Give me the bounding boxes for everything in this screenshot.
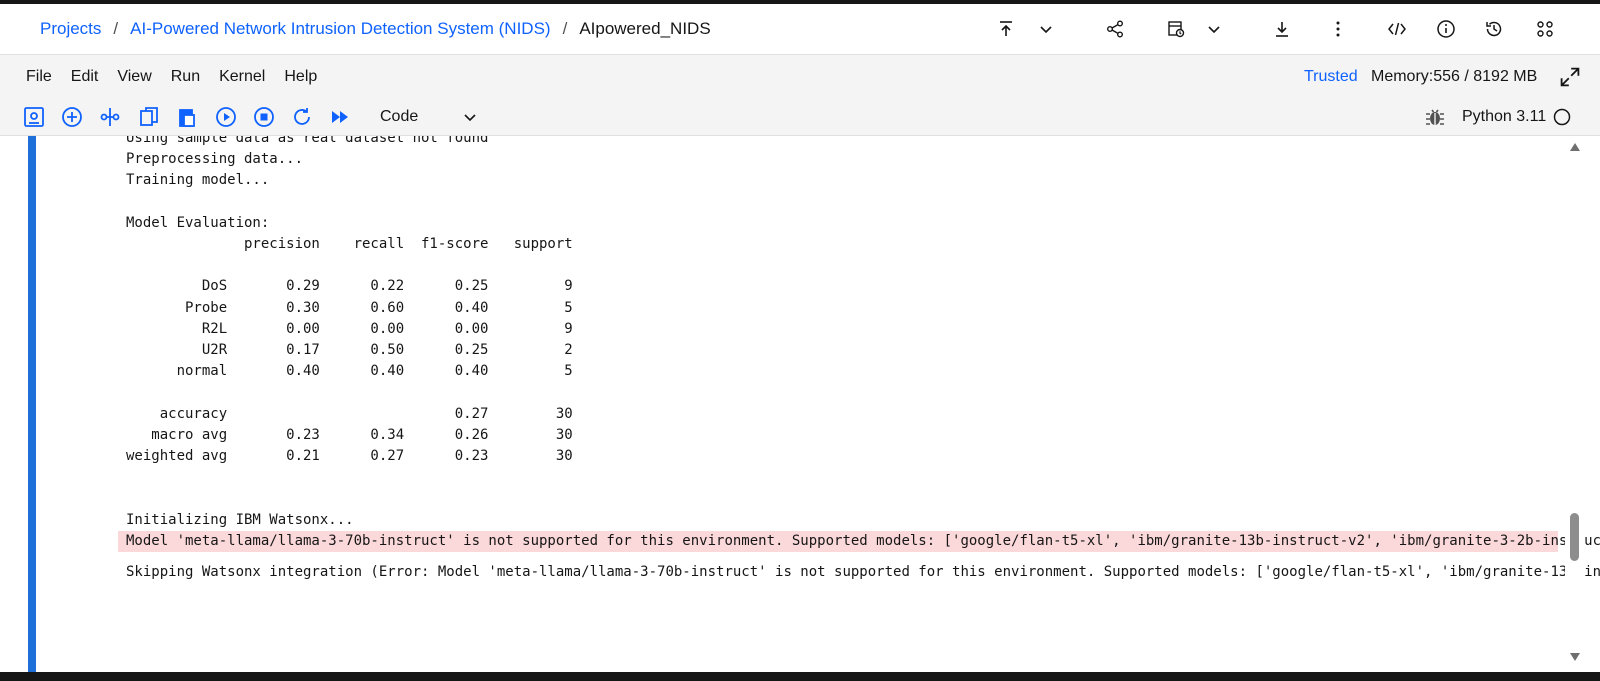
history-icon[interactable] bbox=[1482, 17, 1506, 41]
breadcrumb-projects-link[interactable]: Projects bbox=[40, 19, 101, 39]
chevron-down-icon[interactable] bbox=[460, 107, 480, 127]
cell-output: Using sample data as real dataset not fo… bbox=[118, 136, 1600, 583]
schedule-icon[interactable] bbox=[1164, 17, 1188, 41]
output-spacer bbox=[118, 552, 1558, 562]
chevron-down-icon[interactable] bbox=[1202, 17, 1226, 41]
debugger-icon[interactable] bbox=[1424, 106, 1446, 128]
trusted-indicator[interactable]: Trusted bbox=[1304, 55, 1358, 99]
error-output: Model 'meta-llama/llama-3-70b-instruct' … bbox=[118, 530, 1600, 553]
chevron-down-icon[interactable] bbox=[1034, 17, 1058, 41]
breadcrumb-project-link[interactable]: AI-Powered Network Intrusion Detection S… bbox=[130, 19, 550, 39]
notebook-header: Projects / AI-Powered Network Intrusion … bbox=[0, 4, 1600, 55]
share-icon[interactable] bbox=[1103, 17, 1127, 41]
copy-cell-icon[interactable] bbox=[137, 105, 161, 129]
add-cell-icon[interactable] bbox=[60, 105, 84, 129]
kernel-name[interactable]: Python 3.11 bbox=[1462, 99, 1546, 135]
breadcrumb: Projects / AI-Powered Network Intrusion … bbox=[40, 4, 711, 54]
scroll-up-arrow-icon[interactable] bbox=[1569, 142, 1581, 152]
upload-icon[interactable] bbox=[994, 17, 1018, 41]
scrollbar-track[interactable] bbox=[1565, 136, 1585, 672]
window-bottom-edge bbox=[0, 672, 1600, 681]
scrollbar-thumb[interactable] bbox=[1570, 513, 1579, 561]
menu-file[interactable]: File bbox=[26, 68, 52, 86]
menu-view[interactable]: View bbox=[117, 68, 151, 86]
menu-kernel[interactable]: Kernel bbox=[219, 68, 265, 86]
code-icon[interactable] bbox=[1385, 17, 1409, 41]
download-icon[interactable] bbox=[1270, 17, 1294, 41]
output-log: Using sample data as real dataset not fo… bbox=[126, 136, 573, 528]
notebook-cell-area: Using sample data as real dataset not fo… bbox=[0, 136, 1600, 672]
menu-edit[interactable]: Edit bbox=[71, 68, 99, 86]
active-cell-indicator[interactable] bbox=[28, 136, 36, 672]
breadcrumb-separator: / bbox=[562, 19, 568, 38]
maximize-icon[interactable] bbox=[1558, 65, 1582, 89]
notebook-toolbar: Code Python 3.11 bbox=[0, 99, 1600, 136]
restart-kernel-icon[interactable] bbox=[290, 105, 314, 129]
kernel-idle-icon bbox=[1553, 108, 1571, 126]
menu-bar: File Edit View Run Kernel Help Trusted M… bbox=[0, 55, 1600, 99]
breadcrumb-notebook-name: AIpowered_NIDS bbox=[579, 19, 711, 38]
breadcrumb-separator: / bbox=[113, 19, 119, 38]
memory-usage: Memory:556 / 8192 MB bbox=[1371, 68, 1538, 85]
menu-run[interactable]: Run bbox=[171, 68, 200, 86]
run-all-icon[interactable] bbox=[328, 105, 352, 129]
overflow-menu-icon[interactable] bbox=[1326, 17, 1350, 41]
run-cell-icon[interactable] bbox=[214, 105, 238, 129]
paste-cell-icon[interactable] bbox=[175, 105, 199, 129]
info-icon[interactable] bbox=[1434, 17, 1458, 41]
stop-kernel-icon[interactable] bbox=[252, 105, 276, 129]
cut-cell-icon[interactable] bbox=[98, 105, 122, 129]
warning-output: Skipping Watsonx integration (Error: Mod… bbox=[126, 564, 1600, 581]
apps-icon[interactable] bbox=[1533, 17, 1557, 41]
scroll-down-arrow-icon[interactable] bbox=[1569, 652, 1581, 662]
save-icon[interactable] bbox=[22, 105, 46, 129]
cell-type-select[interactable]: Code bbox=[380, 99, 418, 135]
menu-help[interactable]: Help bbox=[284, 68, 317, 86]
